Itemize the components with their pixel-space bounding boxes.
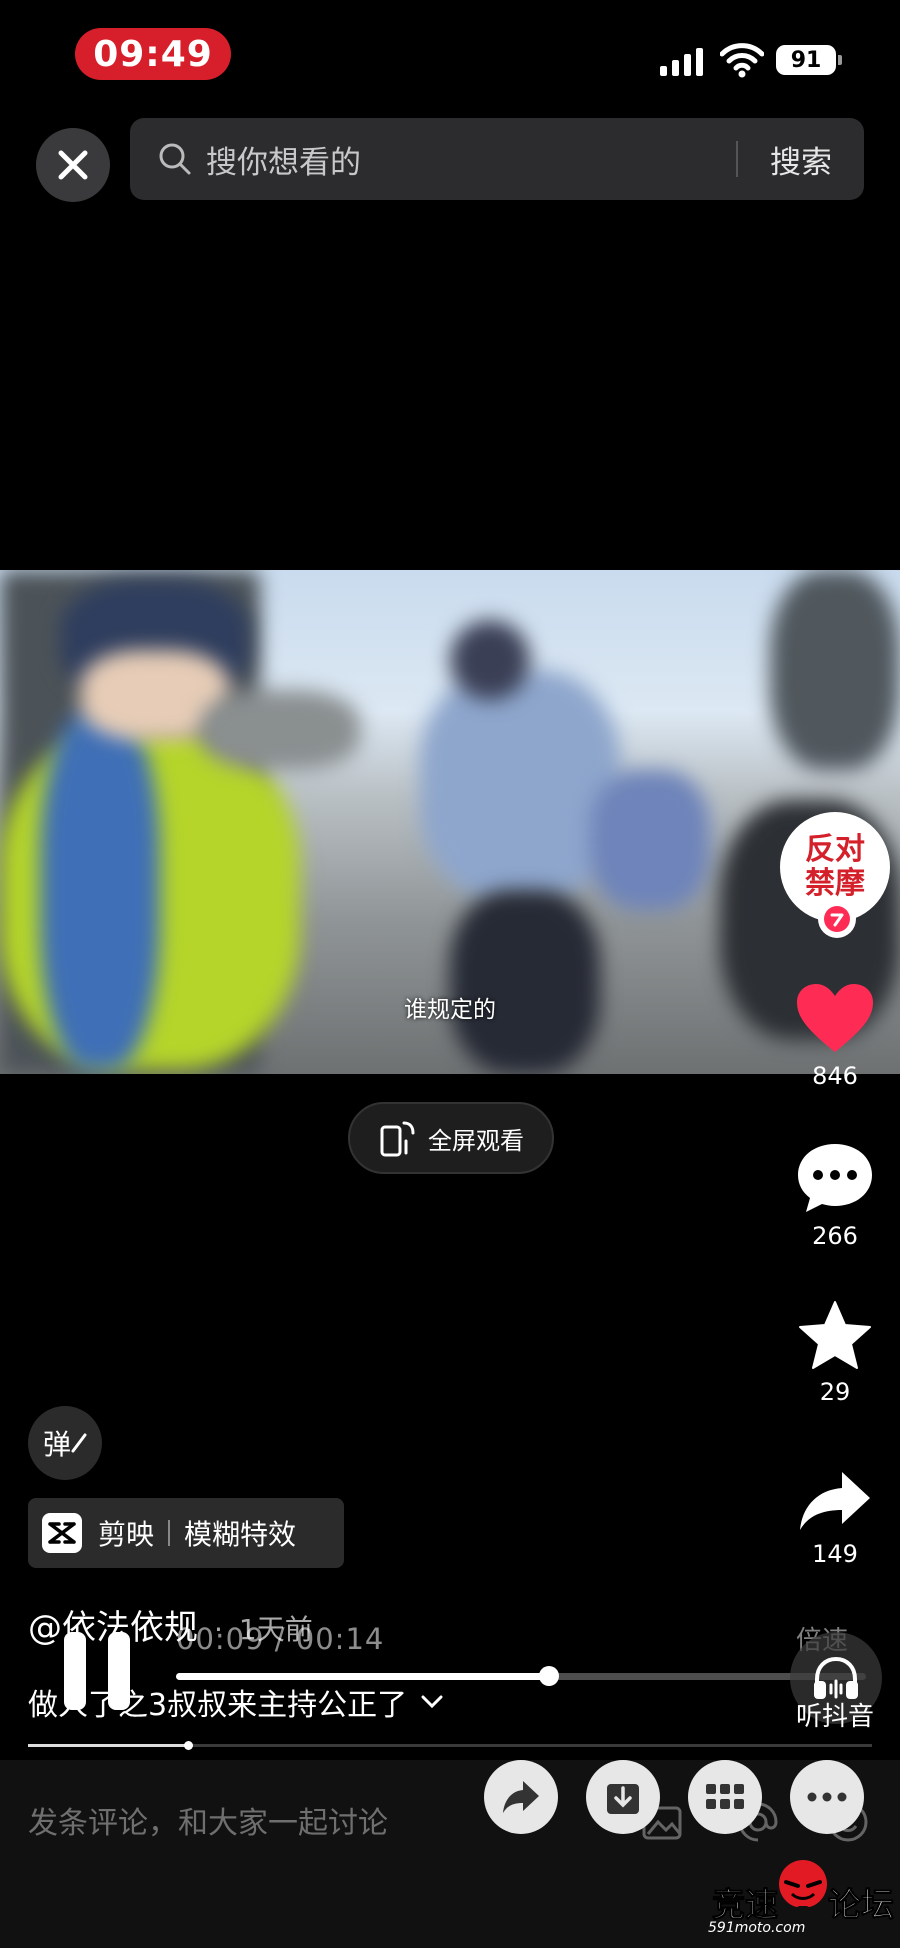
share-button[interactable]: 149 [780, 1470, 890, 1568]
follow-button[interactable] [818, 900, 856, 938]
watermark-text-right: 论坛 [828, 1885, 895, 1925]
search-bar[interactable]: 搜你想看的 搜索 [130, 118, 864, 200]
grid-button[interactable] [688, 1760, 762, 1834]
watermark-url: 591moto.com [708, 1920, 806, 1936]
search-input[interactable]: 搜你想看的 [206, 137, 736, 182]
capcut-app-name: 剪映 [98, 1518, 155, 1551]
watermark-text-left: 竞速 [712, 1885, 779, 1925]
video-scene-shape [420, 670, 620, 900]
playback-time: 00:09 / 00:14 [176, 1622, 385, 1656]
listen-label: 听抖音 [795, 1702, 874, 1732]
capcut-icon [42, 1513, 82, 1553]
star-icon [799, 1301, 871, 1369]
more-icon [807, 1792, 847, 1802]
like-button[interactable]: 846 [780, 982, 890, 1090]
wifi-icon [720, 43, 764, 78]
comment-count: 266 [812, 1222, 858, 1250]
video-player[interactable]: 谁规定的 [0, 570, 900, 1074]
search-button[interactable]: 搜索 [738, 137, 864, 182]
video-scene-shape [450, 620, 530, 700]
comment-button[interactable]: 266 [780, 1142, 890, 1250]
status-time: 09:49 [75, 28, 231, 80]
status-bar: 09:49 91 [0, 0, 900, 110]
download-button[interactable] [586, 1760, 660, 1834]
favorite-button[interactable]: 29 [780, 1300, 890, 1406]
download-icon [607, 1784, 639, 1814]
danmu-label: 弹 [42, 1428, 71, 1461]
forum-watermark: 竞速 论坛 591moto.com [700, 1858, 900, 1948]
seek-bar[interactable] [176, 1666, 866, 1686]
share-icon [800, 1472, 870, 1530]
chevron-down-icon [421, 1695, 443, 1709]
video-progress-bar[interactable] [28, 1741, 872, 1750]
comment-icon [798, 1144, 872, 1212]
chip-divider [168, 1520, 171, 1546]
avatar-text: 反对禁摩 [805, 832, 865, 901]
video-progress-dot [184, 1741, 194, 1750]
grid-icon [706, 1784, 744, 1809]
seek-thumb[interactable] [538, 1666, 559, 1686]
fullscreen-button[interactable]: 全屏观看 [348, 1102, 554, 1174]
close-button[interactable] [36, 128, 110, 202]
video-subtitle: 谁规定的 [404, 997, 496, 1023]
capcut-effect-name: 模糊特效 [184, 1518, 297, 1551]
search-icon [159, 143, 191, 175]
pencil-icon [71, 1433, 87, 1453]
battery-indicator: 91 [776, 45, 842, 75]
video-progress-fill [28, 1744, 189, 1747]
cellular-signal-icon [660, 46, 704, 76]
danmu-toggle[interactable]: 弹 [28, 1406, 102, 1480]
heart-icon [797, 984, 873, 1052]
video-scene-shape [200, 690, 360, 770]
comment-input[interactable]: 发条评论，和大家一起讨论 [28, 1798, 388, 1842]
video-scene-shape [770, 570, 900, 770]
fullscreen-label: 全屏观看 [428, 1126, 524, 1155]
close-icon [58, 150, 88, 180]
favorite-count: 29 [819, 1378, 851, 1406]
plus-icon [824, 906, 850, 932]
more-button[interactable] [790, 1760, 864, 1834]
pause-icon[interactable] [64, 1632, 136, 1712]
share-count: 149 [812, 1540, 858, 1568]
forward-button[interactable] [484, 1760, 558, 1834]
forward-icon [503, 1781, 539, 1813]
headphones-icon [814, 1656, 858, 1699]
seek-progress [176, 1673, 549, 1680]
capcut-effect-chip[interactable]: 剪映 模糊特效 [28, 1498, 344, 1568]
fullscreen-phone-icon [380, 1121, 415, 1157]
like-count: 846 [812, 1062, 858, 1090]
video-scene-shape [450, 890, 600, 1074]
video-scene-shape [590, 770, 710, 910]
